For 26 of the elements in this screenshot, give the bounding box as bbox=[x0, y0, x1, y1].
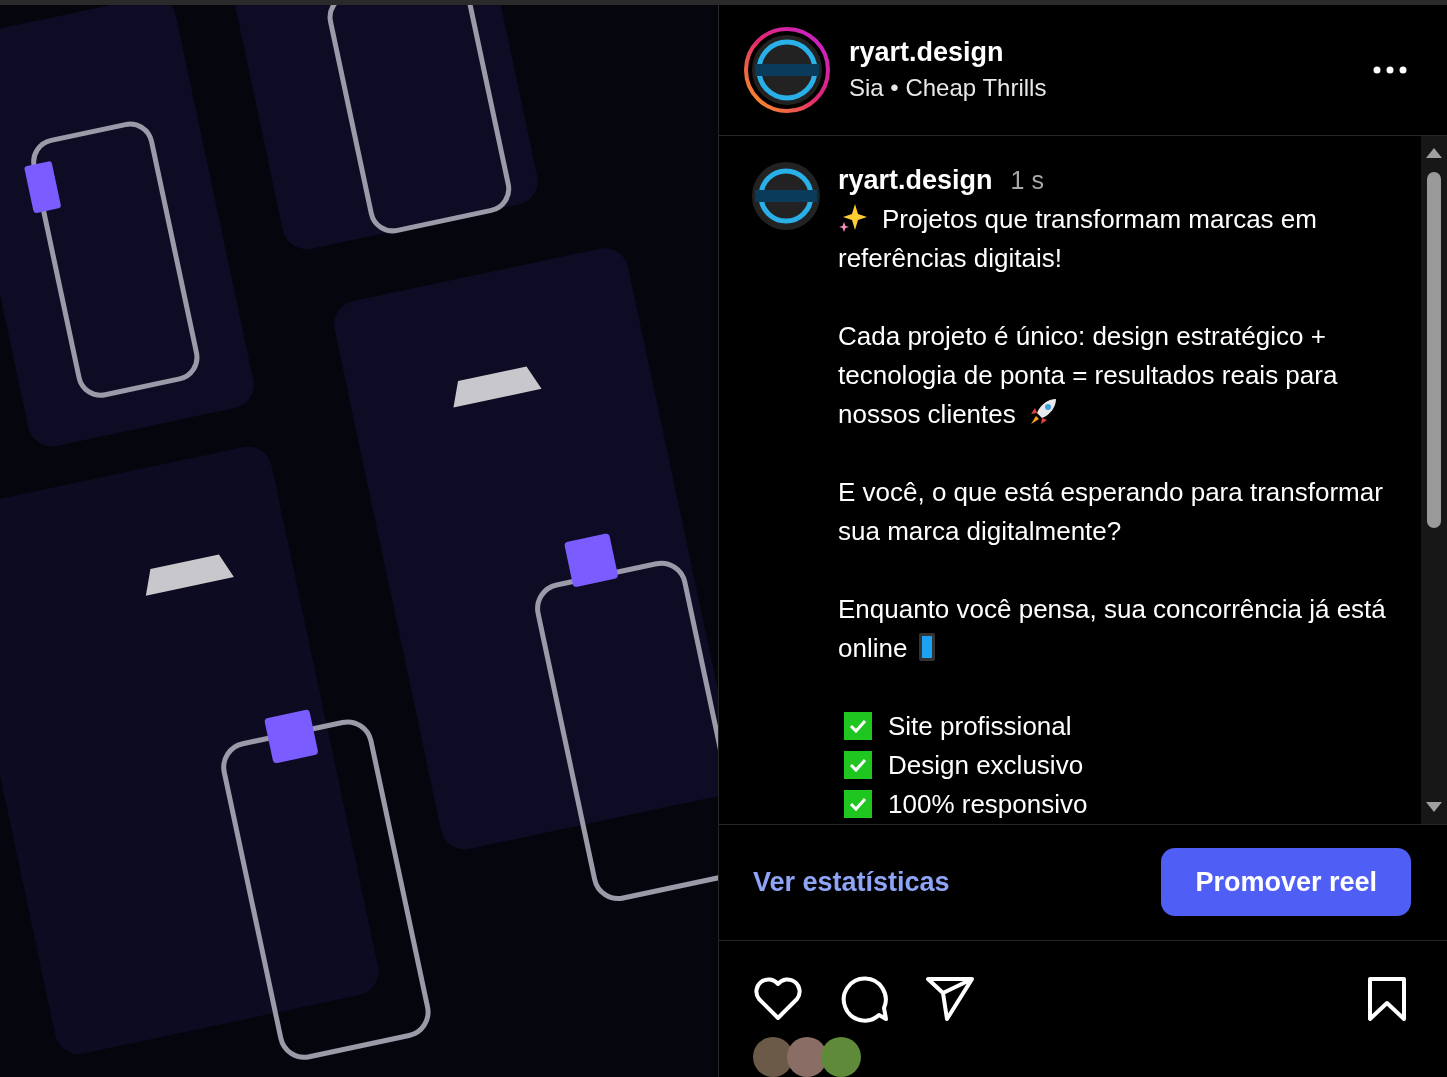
audio-track[interactable]: Sia • Cheap Thrills bbox=[849, 69, 1047, 106]
scrollbar-thumb[interactable] bbox=[1427, 171, 1441, 528]
promote-reel-button[interactable]: Promover reel bbox=[1161, 848, 1411, 917]
view-insights-link[interactable]: Ver estatísticas bbox=[753, 862, 950, 903]
post-time: 1 s bbox=[1010, 164, 1044, 196]
bookmark-icon[interactable] bbox=[1367, 976, 1407, 1022]
heart-icon[interactable] bbox=[753, 976, 803, 1022]
username[interactable]: ryart.design bbox=[838, 160, 993, 200]
caption-paragraph: Cada projeto é único: design estratégico + tecnologia de ponta = resultados reais para nossos clientes bbox=[838, 319, 1339, 431]
checklist-item: 100% responsivo bbox=[888, 787, 1088, 821]
username[interactable]: ryart.design bbox=[849, 33, 1047, 70]
caption-paragraph: Enquanto você pensa, sua concorrência já está online bbox=[838, 592, 1387, 665]
checklist-item: Design exclusivo bbox=[888, 748, 1084, 782]
caption-paragraph: E você, o que está esperando para transformar sua marca digitalmente? bbox=[838, 475, 1384, 548]
phone-icon bbox=[919, 632, 936, 661]
scroll-down-icon[interactable] bbox=[1426, 801, 1442, 812]
caption-paragraph: Projetos que transformam marcas em referências digitais! bbox=[838, 200, 1318, 275]
scroll-up-icon[interactable] bbox=[1426, 147, 1442, 158]
avatar-logo-icon[interactable] bbox=[743, 25, 831, 114]
checklist-item: Site profissional bbox=[888, 709, 1072, 743]
scrollbar[interactable] bbox=[1421, 135, 1447, 824]
share-icon[interactable] bbox=[925, 976, 975, 1022]
liker-avatar[interactable] bbox=[821, 1037, 861, 1077]
more-options-icon[interactable] bbox=[1373, 65, 1407, 74]
comment-icon[interactable] bbox=[839, 975, 889, 1023]
avatar-logo-icon[interactable] bbox=[751, 160, 821, 231]
